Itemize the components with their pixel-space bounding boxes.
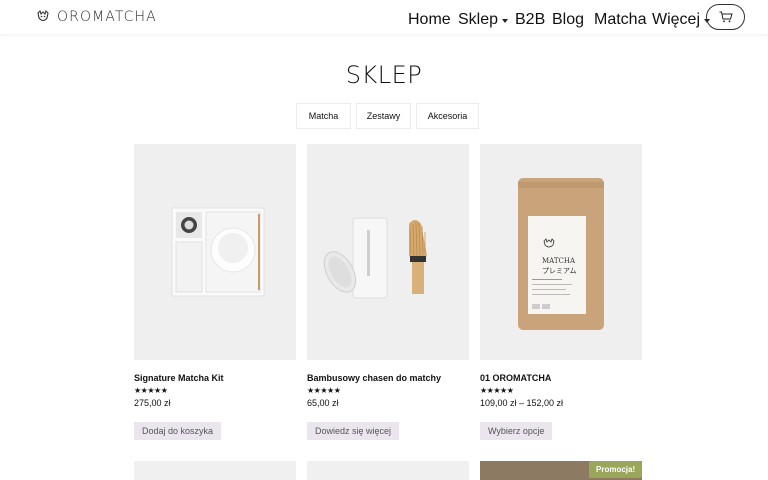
product-price: 65,00 zł [307, 398, 339, 408]
matcha-kit-image [134, 144, 296, 360]
bag-label-premium: プレミアム [542, 267, 577, 275]
bag-label-matcha: MATCHA [542, 257, 576, 265]
product-image-chasen[interactable] [307, 144, 469, 360]
category-zestawy-button[interactable]: Zestawy [356, 103, 411, 129]
product-card[interactable]: MATCHA プレミアム [480, 144, 642, 360]
nav-blog-label: Blog [552, 11, 585, 28]
cart-icon [719, 11, 733, 23]
category-akcesoria-button[interactable]: Akcesoria [416, 103, 479, 129]
product-price: 109,00 zł – 152,00 zł [480, 398, 564, 408]
rating-stars: ★★★★★ [307, 386, 341, 395]
nav-matcha-label: Matcha [594, 11, 647, 28]
product-image-oromatcha[interactable]: MATCHA プレミアム [480, 144, 642, 360]
read-more-button[interactable]: Dowiedz się więcej [307, 422, 400, 440]
nav-matcha[interactable]: Matcha [594, 11, 646, 29]
nav-b2b-label: B2B [515, 11, 546, 28]
select-options-button[interactable]: Wybierz opcje [480, 422, 553, 440]
nav-home-label: Home [408, 11, 451, 28]
product-image-row2-1[interactable] [134, 461, 296, 480]
rating-stars: ★★★★★ [480, 386, 514, 395]
logo-icon [37, 10, 49, 22]
chasen-image [307, 144, 469, 360]
product-price: 275,00 zł [134, 398, 171, 408]
cart-button[interactable] [706, 4, 745, 30]
promo-badge: Promocja! [589, 461, 643, 478]
add-to-cart-button[interactable]: Dodaj do koszyka [134, 422, 222, 440]
product-image-kit[interactable] [134, 144, 296, 360]
nav-home[interactable]: Home [408, 11, 451, 29]
category-matcha-button[interactable]: Matcha [296, 103, 351, 129]
page-title: SKLEP [345, 61, 423, 89]
rating-stars: ★★★★★ [134, 386, 168, 395]
nav-sklep[interactable]: Sklep [458, 11, 509, 29]
logo[interactable]: OROMATCHA [36, 9, 157, 25]
product-card[interactable] [134, 144, 296, 360]
product-title[interactable]: Bambusowy chasen do matchy [307, 373, 441, 383]
nav-wiecej[interactable]: Więcej [652, 11, 711, 29]
product-title[interactable]: 01 OROMATCHA [480, 373, 551, 383]
nav-b2b[interactable]: B2B [515, 11, 545, 29]
product-card[interactable] [307, 144, 469, 360]
chevron-down-icon [502, 18, 509, 23]
nav-sklep-label: Sklep [458, 11, 499, 28]
nav-blog[interactable]: Blog [552, 11, 584, 29]
product-image-row2-2[interactable] [307, 461, 469, 480]
site-header: OROMATCHA Home Sklep B2B Blog Matcha Wię… [0, 0, 768, 34]
product-title[interactable]: Signature Matcha Kit [134, 373, 224, 383]
nav-wiecej-label: Więcej [652, 11, 701, 28]
matcha-bag-image: MATCHA プレミアム [480, 144, 642, 360]
logo-text: OROMATCHA [57, 9, 157, 25]
